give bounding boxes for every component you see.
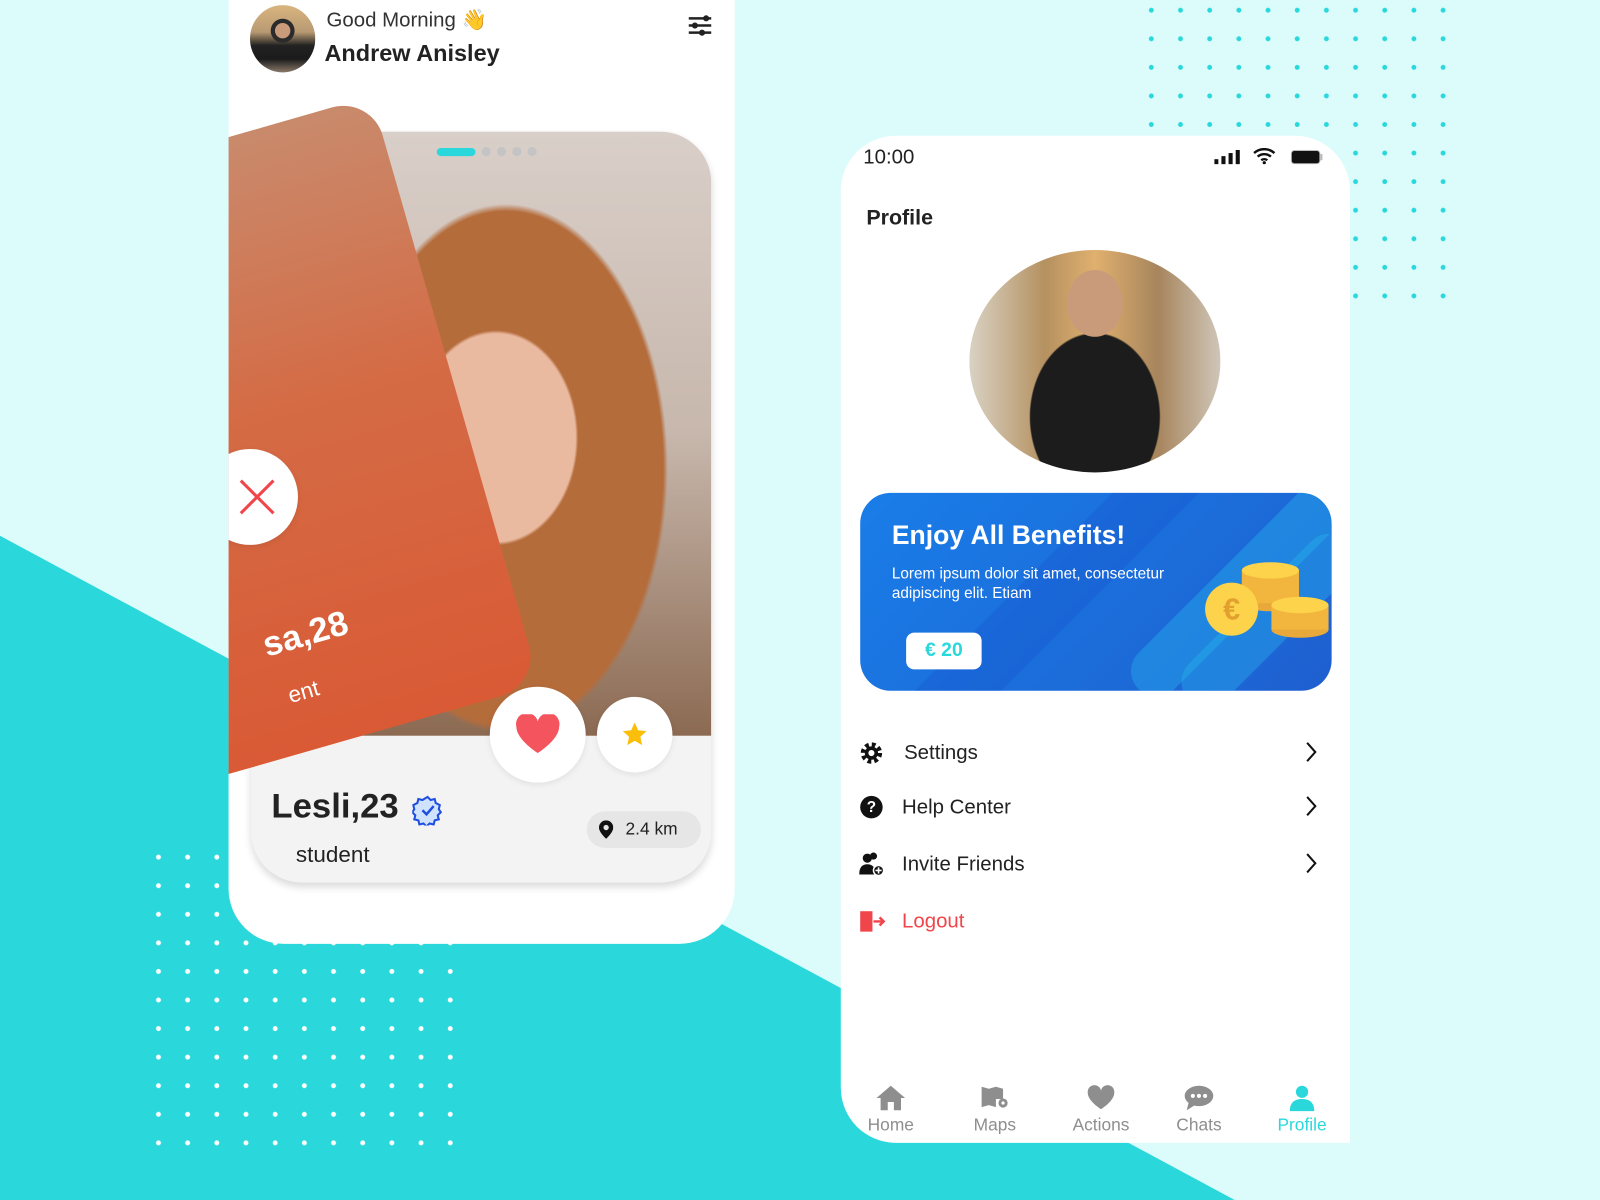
like-button[interactable] — [489, 686, 586, 783]
coins-icon: € — [1205, 562, 1329, 638]
page-dot-active[interactable] — [436, 147, 476, 156]
carousel-indicator — [436, 146, 537, 157]
menu-item-logout[interactable]: Logout — [859, 901, 1328, 942]
benefits-body: Lorem ipsum dolor sit amet, consectetur … — [891, 565, 1165, 603]
greeting-text: Good Morning — [326, 9, 456, 32]
profile-screen: 10:00 Profile Enjoy All Benefits! Lorem … — [840, 135, 1350, 1143]
gear-icon — [860, 742, 883, 764]
chevron-right-icon — [1306, 796, 1317, 816]
nav-label: Actions — [1072, 1115, 1130, 1135]
battery-icon — [1290, 149, 1323, 165]
page-dot[interactable] — [512, 146, 522, 157]
signal-icon — [1214, 149, 1240, 165]
nav-profile[interactable]: Profile — [1261, 1085, 1343, 1136]
map-icon — [981, 1086, 1008, 1108]
user-icon — [1289, 1085, 1315, 1112]
close-icon — [239, 479, 275, 515]
menu-label: Settings — [904, 741, 978, 764]
menu-item-help-center[interactable]: ? Help Center — [859, 787, 1328, 828]
back-card-occupation: ent — [285, 674, 323, 709]
nav-actions[interactable]: Actions — [1060, 1085, 1142, 1136]
nav-label: Home — [867, 1115, 914, 1135]
card-occupation: student — [295, 841, 370, 868]
svg-text:€: € — [1223, 592, 1240, 626]
question-icon: ? — [860, 795, 883, 819]
super-like-button[interactable] — [596, 696, 673, 773]
home-icon — [876, 1085, 906, 1111]
menu-item-invite-friends[interactable]: Invite Friends — [859, 844, 1328, 885]
chat-icon — [1184, 1085, 1214, 1111]
nav-label: Maps — [973, 1115, 1017, 1135]
page-dot[interactable] — [496, 146, 507, 157]
logout-icon — [860, 911, 886, 932]
nav-chats[interactable]: Chats — [1158, 1085, 1240, 1136]
home-screen: Good Morning 👋 Andrew Anisley Lesli,23 s… — [228, 0, 735, 944]
page-title: Profile — [866, 206, 934, 230]
nav-label: Chats — [1176, 1115, 1222, 1135]
nav-label: Profile — [1277, 1115, 1327, 1135]
add-user-icon — [859, 852, 885, 877]
heart-icon — [516, 714, 560, 754]
price-badge[interactable]: € 20 — [906, 632, 982, 670]
chevron-right-icon — [1306, 853, 1317, 874]
menu-label: Logout — [902, 909, 965, 933]
heart-icon — [1087, 1085, 1115, 1110]
wifi-icon — [1253, 148, 1276, 165]
verified-badge-icon — [412, 795, 443, 826]
menu-label: Invite Friends — [902, 852, 1025, 875]
page-dot[interactable] — [527, 146, 537, 157]
card-name: Lesli,23 — [271, 786, 399, 826]
wave-icon: 👋 — [461, 9, 487, 32]
profile-photo[interactable] — [969, 249, 1221, 473]
sliders-icon[interactable] — [688, 14, 712, 36]
distance-pill: 2.4 km — [586, 811, 702, 848]
greeting: Good Morning 👋 — [327, 7, 487, 33]
nav-maps[interactable]: Maps — [954, 1085, 1036, 1136]
distance-text: 2.4 km — [625, 819, 678, 839]
star-icon — [622, 722, 647, 746]
avatar[interactable] — [249, 5, 316, 73]
menu-label: Help Center — [902, 795, 1011, 818]
page-dot[interactable] — [481, 146, 491, 157]
location-pin-icon — [598, 820, 614, 839]
benefits-card[interactable]: Enjoy All Benefits! Lorem ipsum dolor si… — [860, 492, 1332, 691]
status-time: 10:00 — [863, 145, 915, 169]
svg-text:?: ? — [867, 799, 876, 816]
benefits-title: Enjoy All Benefits! — [891, 519, 1126, 550]
back-card-name: sa,28 — [258, 603, 353, 665]
chevron-right-icon — [1306, 742, 1317, 762]
canvas: Good Morning 👋 Andrew Anisley Lesli,23 s… — [0, 0, 1600, 1200]
nav-home[interactable]: Home — [850, 1085, 932, 1136]
menu-item-settings[interactable]: Settings — [859, 733, 1328, 774]
user-name: Andrew Anisley — [324, 39, 500, 67]
